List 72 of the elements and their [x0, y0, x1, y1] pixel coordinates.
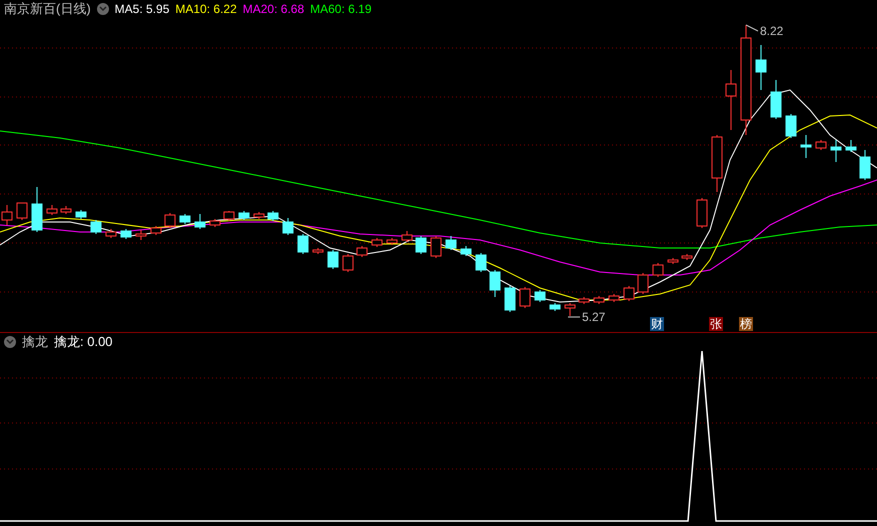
indicator-reading: 擒龙: 0.00: [54, 333, 113, 352]
candlestick: [830, 140, 842, 162]
low-price-label: 5.27: [582, 310, 606, 324]
high-price-label: 8.22: [760, 24, 784, 38]
candlestick: [624, 286, 634, 302]
leader-line: [746, 24, 758, 32]
candlestick: [460, 246, 472, 256]
candlestick: [120, 228, 132, 240]
candlestick: [712, 134, 722, 192]
chevron-down-icon[interactable]: [96, 3, 109, 15]
candlestick: [652, 262, 664, 278]
candlestick: [386, 238, 398, 246]
moving-average-value: MA10: 6.22: [175, 1, 237, 18]
candlestick: [534, 290, 546, 302]
moving-average-value: MA20: 6.68: [242, 1, 304, 18]
candlestick: [800, 134, 812, 158]
candlestick: [594, 296, 604, 304]
moving-average-value: MA5: 5.95: [114, 1, 170, 18]
candlestick: [846, 140, 856, 152]
candlestick: [194, 214, 206, 230]
candlestick: [608, 294, 620, 302]
leader-line: [568, 316, 580, 318]
candlestick: [786, 114, 796, 138]
candlestick: [150, 226, 162, 236]
candlestick: [90, 220, 102, 234]
candlestick: [254, 212, 264, 220]
candlestick: [328, 250, 338, 270]
candlestick: [756, 44, 766, 90]
candlestick: [638, 272, 648, 294]
candlestick: [490, 270, 500, 298]
candlestick: [504, 286, 516, 312]
chevron-down-icon[interactable]: [4, 336, 16, 348]
candlestick: [60, 206, 72, 214]
candlestick: [268, 210, 278, 222]
candlestick: [696, 198, 708, 228]
candlestick: [816, 140, 826, 150]
candlestick: [682, 254, 692, 260]
stock-title: 南京新百(日线): [4, 0, 91, 18]
moving-average-value: MA60: 6.19: [310, 1, 372, 18]
candlestick: [136, 230, 146, 240]
candlestick: [550, 302, 560, 312]
event-tag[interactable]: 张: [709, 317, 723, 331]
candlestick: [342, 254, 354, 272]
candlestick: [180, 214, 190, 224]
candlestick: [210, 218, 220, 228]
candlestick: [476, 252, 486, 272]
candlestick: [282, 218, 294, 236]
candlestick: [668, 258, 678, 264]
candlestick: [106, 228, 116, 238]
candlestick: [164, 212, 176, 228]
candlestick: [520, 286, 530, 308]
candlestick: [356, 246, 368, 258]
candlestick: [564, 302, 576, 316]
candlestick: [16, 202, 28, 220]
event-tag[interactable]: 财: [650, 317, 664, 331]
candlestick: [726, 70, 736, 130]
indicator-title: 擒龙: [22, 333, 48, 352]
candlestick: [372, 238, 382, 248]
candlestick: [430, 236, 442, 258]
candlestick: [578, 296, 590, 304]
candlestick: [224, 210, 234, 222]
candlestick: [416, 236, 426, 254]
candlestick: [298, 234, 308, 254]
candlestick: [860, 150, 870, 180]
candlestick: [770, 80, 782, 120]
event-tag[interactable]: 榜: [739, 317, 753, 331]
candlestick: [402, 230, 412, 242]
candlestick: [46, 204, 58, 216]
candlestick: [446, 236, 456, 250]
candlestick: [76, 210, 86, 220]
candlestick: [32, 186, 42, 232]
candlestick: [238, 210, 250, 220]
